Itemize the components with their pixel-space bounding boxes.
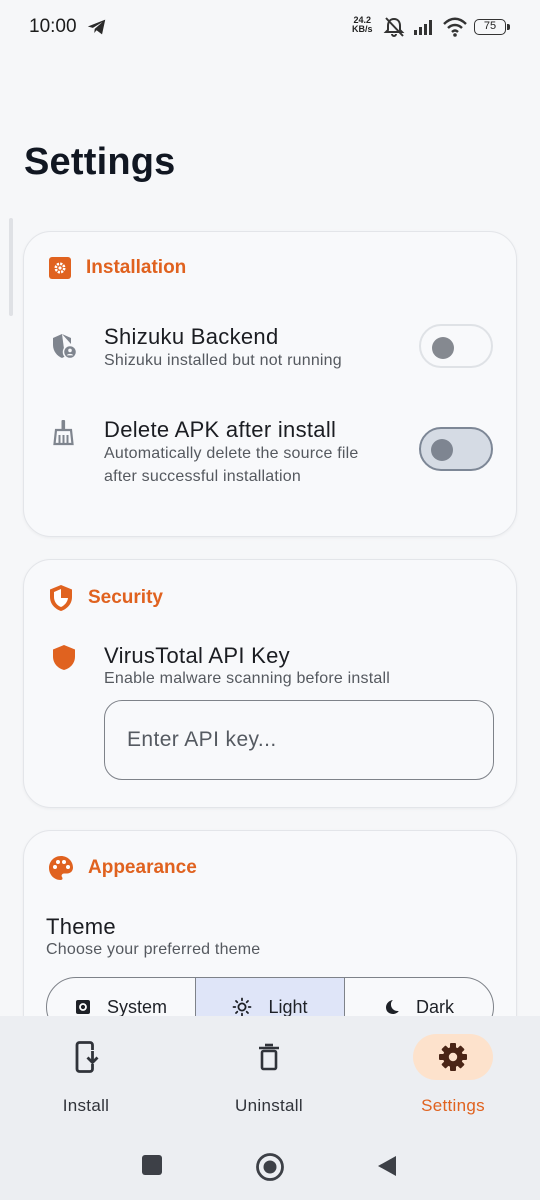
nav-settings-pill [413,1034,493,1080]
installation-header: Installation [48,256,186,280]
alarm-off-icon [383,17,405,37]
appearance-title: Appearance [88,857,197,878]
theme-option-system-label: System [106,996,167,1017]
security-header: Security [48,584,163,612]
battery-icon: 75 [474,19,510,35]
virustotal-subtitle: Enable malware scanning before install [104,670,390,687]
installation-title: Installation [86,257,187,278]
nav-install[interactable]: Install [16,1034,156,1116]
scroll-indicator[interactable] [9,218,13,316]
security-title: Security [88,587,163,608]
signal-icon [414,20,432,35]
shizuku-subtitle: Shizuku installed but not running [104,352,342,369]
trash-icon [259,1043,279,1071]
back-button[interactable] [376,1154,398,1178]
telegram-icon [87,19,106,35]
shizuku-toggle-knob [432,337,454,359]
api-key-input[interactable] [104,700,494,780]
nav-install-label: Install [62,1096,110,1115]
network-speed: 24.2 KB/s [352,15,373,34]
theme-subtitle: Choose your preferred theme [46,941,261,958]
nav-install-pill [46,1034,126,1080]
system-theme-icon [75,1000,90,1014]
status-bar: 10:00 24.2 KB/s 75 [0,0,540,56]
delete-apk-toggle-knob [431,439,453,461]
appearance-header: Appearance [48,855,197,881]
gear-icon [439,1043,467,1071]
shield-icon [53,645,75,670]
moon-icon [385,1000,399,1014]
page-title: Settings [24,141,176,183]
virustotal-title: VirusTotal API Key [104,643,290,668]
nav-uninstall[interactable]: Uninstall [199,1034,339,1116]
wifi-icon [443,17,467,37]
nav-settings[interactable]: Settings [383,1034,523,1116]
settings-box-icon [49,257,71,279]
installation-card: Installation Shizuku Backend Shizuku ins… [23,231,517,537]
theme-option-dark-label: Dark [415,996,454,1017]
nav-settings-label: Settings [421,1096,485,1115]
status-time: 10:00 [29,16,77,37]
shizuku-toggle[interactable] [419,324,493,368]
security-shield-icon [50,585,72,611]
shield-user-icon [53,334,78,360]
home-button[interactable] [255,1152,285,1182]
nav-uninstall-label: Uninstall [235,1096,303,1115]
theme-title: Theme [46,914,116,939]
shizuku-title: Shizuku Backend [104,324,279,349]
theme-option-light-label: Light [268,996,308,1017]
recents-button[interactable] [141,1154,163,1176]
palette-icon [49,856,73,880]
security-card: Security VirusTotal API Key Enable malwa… [23,559,517,808]
delete-apk-subtitle: Automatically delete the source file aft… [104,445,359,485]
install-icon [75,1041,99,1073]
delete-apk-toggle[interactable] [419,427,493,471]
sun-icon [233,997,252,1017]
nav-uninstall-pill [229,1034,309,1080]
bottom-navigation: Install Uninstall Settings [0,1016,540,1200]
delete-apk-title: Delete APK after install [104,417,337,442]
broom-icon [53,420,74,446]
